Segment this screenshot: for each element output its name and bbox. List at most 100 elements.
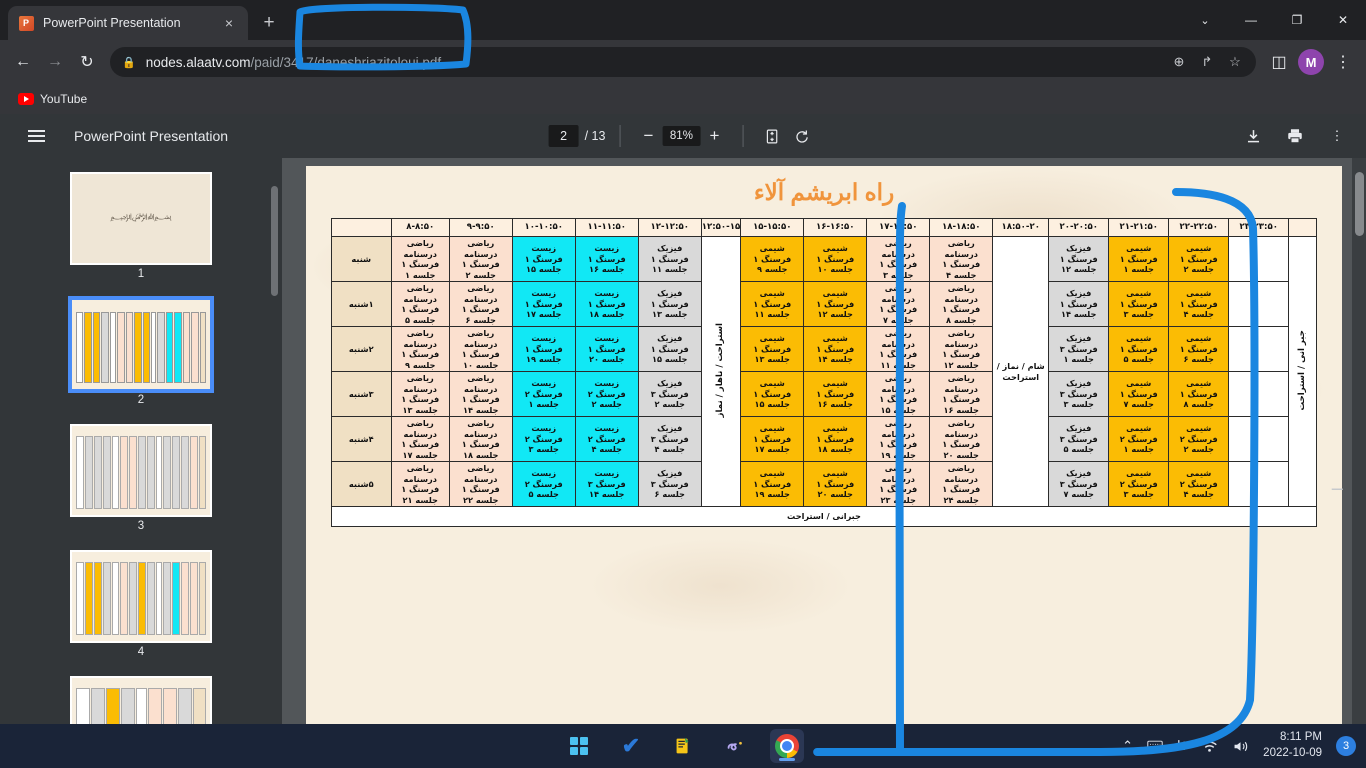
table-row: شیمی فرسنگ ۲ جلسه ۴ شیمی فرسنگ ۲ جلسه ۳ فیزیک ف… — [330, 461, 1316, 507]
table-header-row: ۲۳-۲۳:۵۰ ۲۲-۲۲:۵۰ ۲۱-۲۱:۵۰ ۲۰-۲۰:۵۰ ۱۸:۵۰-۲۰… — [330, 218, 1318, 237]
thumbnail-item[interactable]: 4 — [70, 550, 212, 658]
cell-book: فرسنگ ۲ — [524, 433, 563, 444]
cell-book: فرسنگ ۱ — [753, 343, 792, 354]
thumbnail-page-5[interactable] — [70, 676, 212, 726]
todo-icon[interactable]: ✔ — [614, 729, 648, 763]
keyboard-icon[interactable] — [1147, 740, 1163, 752]
table-footer-row: جبرانی / استراحت — [330, 506, 1318, 527]
cell-subject: زیست — [594, 333, 620, 344]
cell-book: فرسنگ ۱ — [816, 343, 855, 354]
cell-session: جلسه ۴ — [1183, 489, 1214, 500]
download-icon[interactable] — [1238, 121, 1268, 151]
cell-subject: ریاضی درسنامه — [403, 373, 437, 394]
cell-session: جلسه ۸ — [946, 314, 977, 325]
side-panel-icon[interactable]: ◫ — [1264, 47, 1294, 77]
schedule-cell: زیست فرسنگ ۱ جلسه ۱۶ — [574, 236, 639, 282]
reload-icon[interactable]: ↻ — [72, 47, 102, 77]
page-scrollbar[interactable] — [1352, 158, 1366, 726]
cell-subject: ریاضی درسنامه — [944, 328, 978, 349]
notification-badge[interactable]: 3 — [1336, 736, 1356, 756]
time-header: ۱۱-۱۱:۵۰ — [574, 218, 639, 237]
schedule-cell: شیمی فرسنگ ۲ جلسه ۲ — [1168, 416, 1230, 462]
zoom-out-button[interactable]: − — [634, 122, 662, 150]
rotate-icon[interactable] — [787, 121, 817, 151]
start-icon[interactable] — [562, 729, 596, 763]
address-bar[interactable]: 🔒 nodes.alaatv.com/paid/3417/daneshriazi… — [110, 47, 1256, 77]
clock[interactable]: 8:11 PM 2022-10-09 — [1263, 730, 1322, 761]
print-icon[interactable] — [1280, 121, 1310, 151]
cell-book: فرسنگ ۳ — [1059, 433, 1098, 444]
cell-book: فرسنگ ۱ — [753, 298, 792, 309]
cell-subject: شیمی — [822, 423, 848, 434]
search-icon[interactable]: ⊕ — [1166, 49, 1192, 75]
close-icon[interactable]: × — [220, 14, 238, 32]
thumbnail-scrollbar[interactable] — [271, 186, 278, 296]
tray-expand-icon[interactable]: ⌃ — [1122, 738, 1133, 754]
chevron-down-icon[interactable]: ⌄ — [1182, 4, 1228, 36]
browser-tab[interactable]: P PowerPoint Presentation × — [8, 6, 248, 40]
wifi-icon[interactable] — [1201, 740, 1218, 753]
forward-icon[interactable]: → — [40, 47, 70, 77]
cell-subject: ریاضی درسنامه — [944, 283, 978, 304]
cell-book: فرسنگ ۱ — [879, 484, 918, 494]
app-icon[interactable] — [666, 729, 700, 763]
cell-book: فرسنگ ۱ — [401, 259, 440, 269]
cell-session: جلسه ۴ — [654, 444, 685, 455]
ribbon-icon[interactable] — [718, 729, 752, 763]
cell-book: فرسنگ ۱ — [401, 304, 440, 314]
language-indicator[interactable]: فا — [1177, 738, 1187, 754]
thumbnail-page-4[interactable] — [70, 550, 212, 643]
schedule-cell: ریاضی درسنامه فرسنگ ۱ جلسه ۳ — [866, 236, 931, 282]
thumbnail-page-1[interactable]: ﷽ — [70, 172, 212, 265]
chrome-icon[interactable] — [770, 729, 804, 763]
thumbnail-item[interactable]: 5 — [70, 676, 212, 726]
cell-subject: ریاضی درسنامه — [881, 373, 915, 394]
page-number-input[interactable] — [548, 125, 579, 147]
new-tab-button[interactable]: + — [254, 8, 284, 38]
thumbnail-page-2[interactable] — [70, 298, 212, 391]
schedule-cell: ریاضی درسنامه فرسنگ ۱ جلسه ۶ — [448, 281, 513, 327]
close-window-button[interactable]: ✕ — [1320, 4, 1366, 36]
cell-book: فرسنگ ۳ — [587, 478, 626, 489]
thumbnail-sidebar: ﷽ 1 2 3 4 — [0, 158, 282, 726]
more-options-icon[interactable]: ⋮ — [1322, 121, 1352, 151]
cell-book: فرسنگ ۱ — [942, 484, 981, 494]
bookmark-youtube[interactable]: YouTube — [12, 90, 93, 108]
taskbar-apps: ✔ — [562, 729, 804, 763]
schedule-cell: زیست فرسنگ ۱ جلسه ۲۰ — [574, 326, 639, 372]
avatar[interactable]: M — [1296, 47, 1326, 77]
fit-page-icon[interactable] — [757, 121, 787, 151]
scrollbar-thumb[interactable] — [1355, 172, 1364, 236]
cell-subject: شیمی — [759, 333, 785, 344]
cell-subject: فیزیک — [657, 288, 683, 299]
cell-book: فرسنگ ۲ — [587, 388, 626, 399]
day-label: ۵شنبه — [330, 461, 392, 507]
back-icon[interactable]: ← — [8, 47, 38, 77]
cell-session: جلسه ۲۰ — [589, 354, 625, 365]
table-body: جبر انی / استراحت شیمی فرسنگ ۱ جلسه ۲ شیمی فر… — [330, 236, 1318, 527]
maximize-button[interactable]: ❐ — [1274, 4, 1320, 36]
minimize-button[interactable]: — — [1228, 4, 1274, 36]
cell-book: فرسنگ ۱ — [401, 484, 440, 494]
zoom-in-button[interactable]: + — [700, 122, 728, 150]
cell-subject: شیمی — [1186, 423, 1212, 434]
bookmark-star-icon[interactable]: ☆ — [1222, 49, 1248, 75]
thumbnail-item[interactable]: ﷽ 1 — [70, 172, 212, 280]
thumbnail-item[interactable]: 3 — [70, 424, 212, 532]
hamburger-icon[interactable] — [14, 130, 58, 142]
cell-book: فرسنگ ۱ — [524, 343, 563, 354]
cell-book: فرسنگ ۱ — [461, 439, 500, 449]
time-header: ۹-۹:۵۰ — [448, 218, 513, 237]
tab-title: PowerPoint Presentation — [43, 16, 181, 30]
cell-book: فرسنگ ۱ — [753, 388, 792, 399]
chrome-menu-icon[interactable]: ⋮ — [1328, 47, 1358, 77]
cell-subject: زیست — [531, 423, 557, 434]
cell-book: فرسنگ ۱ — [587, 253, 626, 264]
thumbnail-page-3[interactable] — [70, 424, 212, 517]
volume-icon[interactable] — [1232, 740, 1249, 753]
cell-session: جلسه ۷ — [1123, 399, 1154, 410]
thumbnail-item[interactable]: 2 — [70, 298, 212, 406]
share-icon[interactable]: ↱ — [1194, 49, 1220, 75]
zoom-level-value[interactable]: 81% — [662, 126, 701, 146]
table-row: شیمی فرسنگ ۱ جلسه ۶ شیمی فرسنگ ۱ جلسه ۵ فیزیک ف… — [330, 326, 1316, 372]
